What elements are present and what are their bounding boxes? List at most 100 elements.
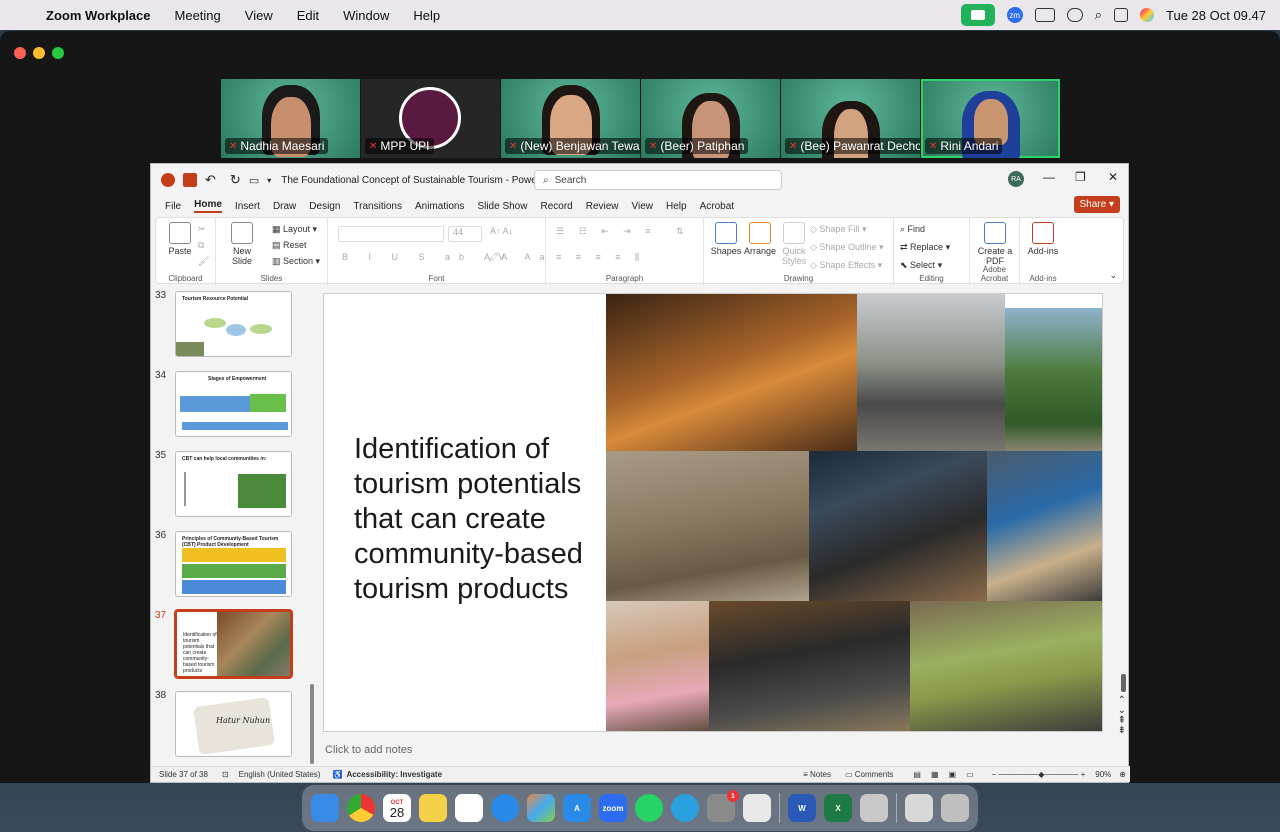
shape-outline-button[interactable]: ◇ Shape Outline ▾	[810, 242, 884, 253]
app-store-icon[interactable]: A	[563, 794, 591, 822]
notes-toggle[interactable]: ≡ Notes	[803, 770, 831, 779]
minimize-window-button[interactable]	[33, 47, 45, 59]
iphone-mirroring-icon[interactable]	[743, 794, 771, 822]
reset-button[interactable]: ▤ Reset	[272, 240, 307, 251]
slide-nav-arrows[interactable]: ⌃ ⌄ ⇞ ⇟	[1118, 696, 1126, 736]
view-buttons[interactable]: ▤▦▣▭	[913, 770, 983, 779]
font-size-select[interactable]: 44	[448, 226, 482, 242]
zoom-menubar-icon[interactable]: zm	[1006, 7, 1023, 23]
font-format-icons[interactable]: B I U S ab AV Aa	[342, 252, 553, 262]
share-button[interactable]: Share ▾	[1073, 196, 1120, 213]
format-painter-icon[interactable]: 🖌	[198, 256, 209, 267]
highlight-icon[interactable]: 🖍 A	[488, 252, 507, 263]
slide-thumbnail-selected[interactable]: Identification of tourism potentials tha…	[174, 609, 293, 679]
paste-button[interactable]: Paste	[160, 222, 200, 256]
cut-icon[interactable]: ✂	[198, 224, 206, 235]
list-icons[interactable]: ☰ ☷ ⇤ ⇥ ≡	[556, 226, 656, 237]
tab-home[interactable]: Home	[194, 199, 222, 213]
notes-pane[interactable]: Click to add notes	[325, 744, 412, 756]
increase-font-icon[interactable]: A↑ A↓	[490, 226, 513, 236]
tab-design[interactable]: Design	[309, 201, 340, 212]
layout-button[interactable]: ▦ Layout ▾	[272, 224, 317, 235]
addins-button[interactable]: Add-ins	[1023, 222, 1063, 256]
participant-tile[interactable]: ✕ (New) Benjawan Tewa	[501, 79, 640, 158]
slide-thumbnail[interactable]: Tourism Resource Potential	[175, 291, 292, 357]
menu-meeting[interactable]: Meeting	[163, 8, 233, 23]
align-icons[interactable]: ≡ ≡ ≡ ≡ ⫼	[556, 252, 645, 263]
minimize-icon[interactable]: —	[1043, 170, 1055, 184]
create-pdf-button[interactable]: Create a PDF	[975, 222, 1015, 266]
chrome-icon[interactable]	[347, 794, 375, 822]
comments-toggle[interactable]: ▭ Comments	[845, 770, 893, 779]
slide-title[interactable]: Identification of tourism potentials tha…	[354, 432, 614, 607]
slide-canvas[interactable]: Identification of tourism potentials tha…	[323, 293, 1103, 732]
slide-thumbnail[interactable]: Principles of Community-Based Tourism (C…	[175, 531, 292, 597]
app-name-menu[interactable]: Zoom Workplace	[46, 8, 163, 23]
present-icon[interactable]: ▭	[249, 174, 259, 187]
participant-tile[interactable]: ✕ (Beer) Patiphan	[641, 79, 780, 158]
battery-icon[interactable]	[1034, 8, 1055, 22]
copy-icon[interactable]: ⧉	[198, 240, 204, 251]
finder-icon[interactable]	[311, 794, 339, 822]
shape-fill-button[interactable]: ◇ Shape Fill ▾	[810, 224, 866, 235]
tab-insert[interactable]: Insert	[235, 201, 260, 212]
shape-effects-button[interactable]: ◇ Shape Effects ▾	[810, 260, 882, 271]
menu-window[interactable]: Window	[331, 8, 401, 23]
launchpad-icon[interactable]	[527, 794, 555, 822]
downloads-folder-icon[interactable]	[905, 794, 933, 822]
tab-draw[interactable]: Draw	[273, 201, 296, 212]
calendar-icon[interactable]: OCT 28	[383, 794, 411, 822]
quick-styles-button[interactable]: Quick Styles	[774, 222, 814, 266]
word-icon[interactable]: W	[788, 794, 816, 822]
search-box[interactable]: ⌕ Search	[534, 170, 782, 190]
clock[interactable]: Tue 28 Oct 09.47	[1166, 8, 1266, 23]
notes-app-icon[interactable]	[419, 794, 447, 822]
fit-to-window-icon[interactable]: ⊕	[1119, 770, 1126, 779]
participant-tile[interactable]: ✕ MPP UPI	[361, 79, 500, 158]
menu-view[interactable]: View	[233, 8, 285, 23]
tab-record[interactable]: Record	[540, 201, 572, 212]
slide-thumbnail[interactable]: CBT can help local communities in:	[175, 451, 292, 517]
screen-mirroring-icon[interactable]	[1066, 8, 1083, 22]
tab-file[interactable]: File	[165, 201, 181, 212]
siri-icon[interactable]	[1140, 8, 1155, 22]
participant-tile[interactable]: ✕ Nadhia Maesari	[221, 79, 360, 158]
excel-icon[interactable]: X	[824, 794, 852, 822]
control-center-icon[interactable]	[1114, 8, 1129, 22]
thumbnail-scrollbar[interactable]	[309, 294, 315, 764]
fullscreen-window-button[interactable]	[52, 47, 64, 59]
system-settings-icon[interactable]: 1	[707, 790, 739, 822]
slide-thumbnail[interactable]: Stages of Empowerment	[175, 371, 292, 437]
font-family-select[interactable]	[338, 226, 444, 242]
spellcheck-icon[interactable]: ⊡	[222, 770, 229, 779]
tab-help[interactable]: Help	[666, 201, 687, 212]
customize-toolbar-icon[interactable]: ▾	[267, 176, 271, 185]
zoom-app-icon[interactable]: zoom	[599, 794, 627, 822]
tab-transitions[interactable]: Transitions	[353, 201, 402, 212]
zoom-video-status-icon[interactable]	[960, 4, 995, 26]
tab-slide-show[interactable]: Slide Show	[477, 201, 527, 212]
tab-review[interactable]: Review	[586, 201, 619, 212]
redo-icon[interactable]: ↻	[230, 172, 241, 188]
close-icon[interactable]: ✕	[1108, 170, 1118, 184]
save-icon[interactable]	[183, 173, 197, 187]
trash-icon[interactable]	[941, 794, 969, 822]
new-slide-button[interactable]: New Slide	[222, 222, 262, 266]
undo-icon[interactable]: ↶	[205, 172, 216, 188]
find-button[interactable]: ⌕ Find	[900, 224, 925, 235]
telegram-icon[interactable]	[671, 794, 699, 822]
menu-edit[interactable]: Edit	[285, 8, 331, 23]
tab-animations[interactable]: Animations	[415, 201, 464, 212]
menu-help[interactable]: Help	[401, 8, 452, 23]
participant-tile[interactable]: ✕ (Bee) Pawanrat Decho...	[781, 79, 920, 158]
text-direction-icon[interactable]: ⇅	[676, 226, 684, 237]
restore-icon[interactable]: ❐	[1075, 170, 1086, 184]
select-button[interactable]: ⬉ Select ▾	[900, 260, 942, 271]
reminders-icon[interactable]	[455, 794, 483, 822]
replace-button[interactable]: ⇄ Replace ▾	[900, 242, 950, 253]
search-icon[interactable]: ⌕	[1095, 7, 1102, 23]
collapse-ribbon-icon[interactable]: ⌄	[1109, 270, 1117, 281]
safari-icon[interactable]	[491, 794, 519, 822]
zoom-slider[interactable]: − ───────◆────── +	[992, 770, 1086, 779]
user-avatar[interactable]: RA	[1008, 171, 1024, 187]
